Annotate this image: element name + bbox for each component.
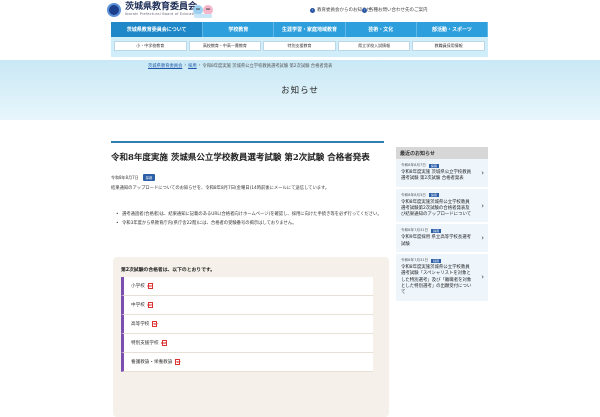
news-badge: 採用	[431, 258, 442, 263]
news-title: 令和9年度採用 県立高等学校長選考試験	[401, 235, 472, 247]
note-item: 令和3年度から県教育庁内(県庁舎22階)には、合格者の受験番号の掲示はしておりま…	[116, 220, 383, 227]
recent-news-sidebar: 最近のお知らせ 令和8年8月7日 採用 令和8年度実施 茨城県公立学校教員選考試…	[396, 147, 488, 400]
article-body: 結果通知のアップロードについてのお知らせを、令和8年8月7日(金曜日)14時前後…	[111, 186, 330, 191]
pdf-icon: PDF	[147, 283, 154, 289]
article-title: 令和8年度実施 茨城県公立学校教員選考試験 第2次試験 合格者発表	[111, 153, 370, 163]
page-title: お知らせ	[281, 86, 319, 96]
article-notes: 選考通過者(合格者)は、結果通知に記載のあるURL(合格者向けホームページ)を確…	[116, 211, 383, 229]
pdf-icon: PDF	[174, 359, 181, 365]
news-title: 令和8年度実施茨城県公立学校教員選考試験「スペシャリストを対象とした特別選考」及…	[401, 265, 472, 296]
title-divider	[111, 141, 384, 143]
sub-nav: 小・中学校教育 高校教育・中高一貫教育 特別支援教育 県立学校入試情報 教職員採…	[111, 37, 488, 57]
page-hero: 茨城県教育委員会 › 採用 › 令和8年度実施 茨城県公立学校教員選考試験 第2…	[0, 60, 600, 120]
breadcrumb-category[interactable]: 採用	[188, 63, 197, 69]
global-nav: 茨城県教育委員会について 学校教育 生涯学習・家庭地域教育 芸術・文化 部活動・…	[111, 22, 488, 37]
subnav-high-school[interactable]: 高校教育・中高一貫教育	[188, 41, 262, 51]
results-box: 第2次試験の合格者は、以下のとおりです。 小学校 PDF 中学校 PDF 高等学…	[113, 257, 389, 417]
news-date: 令和8年7月31日	[401, 228, 429, 233]
nav-club-sports[interactable]: 部活動・スポーツ	[416, 22, 488, 37]
note-item: 選考通過者(合格者)は、結果通知に記載のあるURL(合格者向けホームページ)を確…	[116, 211, 383, 218]
category-badge: 採用	[142, 174, 156, 181]
chevron-right-icon: ›	[481, 168, 484, 177]
top-bar: 茨城県教育委員会 Ibaraki Prefectural Board of Ed…	[0, 0, 600, 22]
nav-arts-culture[interactable]: 芸術・文化	[345, 22, 417, 37]
news-title: 令和8年度実施 茨城県公立学校教員選考試験 第2次試験 合格者発表	[401, 170, 472, 182]
site-logo[interactable]: 茨城県教育委員会 Ibaraki Prefectural Board of Ed…	[107, 3, 199, 17]
breadcrumb: 茨城県教育委員会 › 採用 › 令和8年度実施 茨城県公立学校教員選考試験 第2…	[148, 63, 333, 69]
result-link-junior-high[interactable]: 中学校 PDF	[121, 296, 373, 315]
util-link-contacts[interactable]: › 各種お問い合わせ先のご案内	[362, 7, 428, 13]
nav-school-education[interactable]: 学校教育	[203, 22, 275, 37]
subnav-special-support[interactable]: 特別支援教育	[263, 41, 336, 51]
sidebar-title: 最近のお知らせ	[396, 147, 488, 159]
chevron-right-icon: ›	[481, 234, 484, 243]
news-badge: 採用	[428, 193, 439, 198]
subnav-recruitment[interactable]: 教職員採用情報	[412, 41, 485, 51]
mascot-illustration-icon	[193, 5, 213, 18]
result-link-elementary[interactable]: 小学校 PDF	[121, 277, 373, 296]
article-date: 令和8年8月7日	[111, 174, 139, 180]
breadcrumb-home[interactable]: 茨城県教育委員会	[148, 63, 182, 69]
chevron-right-icon: ›	[481, 201, 484, 210]
pdf-icon: PDF	[147, 302, 154, 308]
chevron-right-icon: ›	[481, 273, 484, 282]
prefecture-seal-icon	[107, 3, 121, 17]
result-link-nurse-nutrition[interactable]: 養護教諭・栄養教諭 PDF	[121, 353, 373, 372]
news-badge: 採用	[428, 163, 439, 168]
pdf-icon: PDF	[151, 321, 158, 327]
result-link-special-support[interactable]: 特別支援学校 PDF	[121, 334, 373, 353]
arrow-icon: ›	[362, 7, 367, 13]
sidebar-news-item[interactable]: 令和8年8月3日 採用 令和8年度実施茨城県公立学校教員選考試験第2次試験の合格…	[396, 188, 488, 225]
breadcrumb-current: 令和8年度実施 茨城県公立学校教員選考試験 第2次試験 合格者発表	[202, 64, 333, 69]
nav-lifelong-learning[interactable]: 生涯学習・家庭地域教育	[274, 22, 346, 37]
subnav-entrance-exam[interactable]: 県立学校入試情報	[337, 41, 411, 51]
sidebar-news-item[interactable]: 令和8年7月31日 採用 令和8年度実施茨城県公立学校教員選考試験「スペシャリス…	[396, 254, 488, 303]
logo-title: 茨城県教育委員会	[125, 2, 198, 13]
pdf-icon: PDF	[161, 340, 167, 346]
arrow-icon: ›	[310, 7, 315, 13]
news-badge: 採用	[431, 228, 442, 233]
results-title: 第2次試験の合格者は、以下のとおりです。	[121, 268, 216, 273]
news-date: 令和8年8月3日	[401, 192, 426, 197]
logo-subtitle: Ibaraki Prefectural Board of Education	[125, 12, 200, 17]
subnav-elementary[interactable]: 小・中学校教育	[114, 41, 187, 51]
nav-about[interactable]: 茨城県教育委員会について	[111, 22, 204, 37]
news-date: 令和8年7月31日	[401, 258, 429, 263]
news-title: 令和8年度実施茨城県公立学校教員選考試験第2次試験の合格者発表及び結果通知のアッ…	[401, 199, 472, 218]
sidebar-news-item[interactable]: 令和8年8月7日 採用 令和8年度実施 茨城県公立学校教員選考試験 第2次試験 …	[396, 159, 488, 189]
sidebar-news-item[interactable]: 令和8年7月31日 採用 令和9年度採用 県立高等学校長選考試験 ›	[396, 224, 488, 255]
article-meta: 令和8年8月7日 採用	[111, 174, 156, 181]
news-date: 令和8年8月7日	[401, 163, 426, 167]
main-content: 令和8年度実施 茨城県公立学校教員選考試験 第2次試験 合格者発表 令和8年8月…	[0, 132, 600, 417]
result-link-high-school[interactable]: 高等学校 PDF	[121, 315, 373, 334]
